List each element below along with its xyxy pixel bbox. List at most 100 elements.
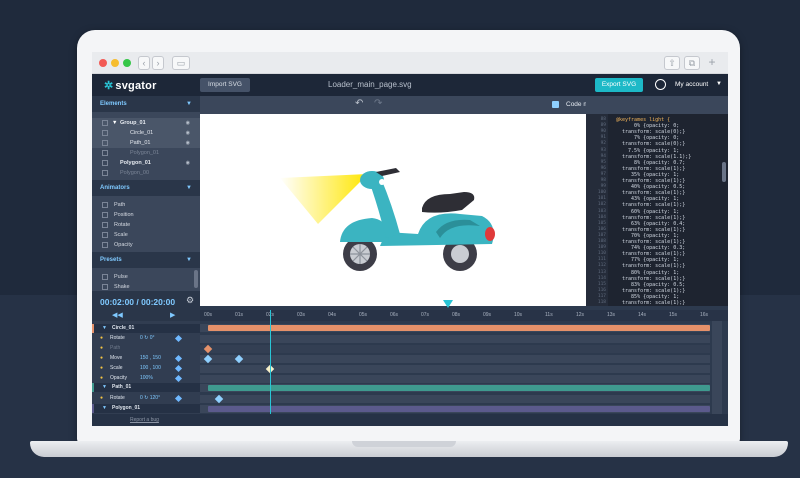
- undo-icon[interactable]: ↶: [355, 98, 363, 109]
- code-manager-panel[interactable]: 88 @keyframes light {89 0% {opacity: 0; 90…: [586, 114, 728, 306]
- element-checkbox[interactable]: [102, 120, 108, 126]
- element-row-group[interactable]: ▼ Group_01 ◉: [92, 118, 200, 128]
- element-checkbox[interactable]: [102, 130, 108, 136]
- track-polygon[interactable]: [200, 405, 710, 413]
- redo-icon[interactable]: ↷: [374, 98, 382, 109]
- animators-panel-header[interactable]: Animators ▼: [92, 180, 200, 196]
- code-manager-checkbox[interactable]: [552, 101, 559, 108]
- eye-icon[interactable]: ◉: [186, 118, 190, 128]
- timeline-row[interactable]: ▼ Path_01: [92, 383, 200, 392]
- artboard-canvas[interactable]: [200, 114, 586, 306]
- bulb-icon[interactable]: ●: [100, 394, 103, 403]
- animator-checkbox[interactable]: [102, 242, 108, 248]
- animator-checkbox[interactable]: [102, 232, 108, 238]
- bulb-icon[interactable]: ●: [100, 344, 103, 353]
- timeline-row[interactable]: ● Rotate 0 ↻ 0°: [92, 334, 200, 343]
- chevron-down-icon[interactable]: ▼: [716, 81, 722, 87]
- track-bar[interactable]: [208, 406, 710, 412]
- add-keyframe-icon[interactable]: [174, 374, 183, 383]
- keyframe[interactable]: [203, 354, 213, 364]
- timeline-row[interactable]: ▼ Circle_01: [92, 324, 200, 333]
- keyframe[interactable]: [203, 344, 213, 354]
- track-bar[interactable]: [208, 385, 710, 391]
- animator-checkbox[interactable]: [102, 202, 108, 208]
- track-path[interactable]: [200, 344, 710, 354]
- export-svg-button[interactable]: Export SVG: [595, 78, 643, 92]
- keyframe[interactable]: [234, 354, 244, 364]
- element-checkbox[interactable]: [102, 140, 108, 146]
- expand-triangle-icon[interactable]: ▼: [102, 404, 107, 413]
- track-opacity[interactable]: [200, 375, 710, 383]
- playhead-handle-icon[interactable]: [443, 300, 453, 308]
- gear-icon[interactable]: ⚙: [186, 295, 194, 306]
- timeline-row[interactable]: ● Rotate 0 ↻ 120°: [92, 394, 200, 403]
- timeline-row[interactable]: ▼ Polygon_01: [92, 404, 200, 413]
- preset-pulse[interactable]: Pulse: [92, 272, 200, 282]
- user-avatar-icon[interactable]: [655, 79, 666, 90]
- expand-triangle-icon[interactable]: ▼: [102, 324, 107, 333]
- maximize-window-button[interactable]: [123, 59, 131, 67]
- timeline-row[interactable]: ● Opacity 100%: [92, 374, 200, 383]
- track-scale[interactable]: [200, 364, 710, 374]
- row-value[interactable]: 100 , 100: [140, 364, 161, 373]
- rewind-icon[interactable]: ◀◀: [112, 311, 123, 319]
- code-scrollbar[interactable]: [722, 162, 726, 182]
- element-row-path[interactable]: Path_01 ◉: [92, 138, 200, 148]
- add-keyframe-icon[interactable]: [174, 334, 183, 343]
- close-window-button[interactable]: [99, 59, 107, 67]
- element-checkbox[interactable]: [102, 150, 108, 156]
- bulb-icon[interactable]: ●: [100, 364, 103, 373]
- presets-panel-header[interactable]: Presets ▼: [92, 252, 200, 268]
- play-icon[interactable]: ▶: [170, 311, 175, 319]
- timeline-tracks[interactable]: [200, 321, 710, 414]
- element-row-polygon[interactable]: Polygon_01 ◉: [92, 158, 200, 168]
- row-value[interactable]: 0 ↻ 120°: [140, 394, 160, 403]
- expand-triangle-icon[interactable]: ▼: [112, 118, 117, 128]
- timeline-ruler[interactable]: 00s01s02s03s04s05s06s07s08s09s10s11s12s1…: [200, 310, 728, 321]
- keyframe[interactable]: [214, 394, 224, 404]
- element-checkbox[interactable]: [102, 160, 108, 166]
- preset-checkbox[interactable]: [102, 274, 108, 280]
- element-checkbox[interactable]: [102, 170, 108, 176]
- track-rotate[interactable]: [200, 335, 710, 343]
- expand-triangle-icon[interactable]: ▼: [102, 383, 107, 392]
- animator-position[interactable]: Position: [92, 210, 200, 220]
- element-row-circle[interactable]: Circle_01 ◉: [92, 128, 200, 138]
- track-rotate-2[interactable]: [200, 394, 710, 404]
- bulb-icon[interactable]: ●: [100, 374, 103, 383]
- bulb-icon[interactable]: ●: [100, 334, 103, 343]
- row-value[interactable]: 150 , 150: [140, 354, 161, 363]
- sidebar-toggle-icon[interactable]: ▭: [172, 56, 190, 70]
- track-circle[interactable]: [200, 324, 710, 332]
- preset-checkbox[interactable]: [102, 284, 108, 290]
- elements-panel-header[interactable]: Elements ▼: [92, 96, 200, 112]
- file-name[interactable]: Loader_main_page.svg: [328, 80, 412, 89]
- animator-path[interactable]: Path: [92, 200, 200, 210]
- row-value[interactable]: 0 ↻ 0°: [140, 334, 155, 343]
- animator-rotate[interactable]: Rotate: [92, 220, 200, 230]
- animator-checkbox[interactable]: [102, 222, 108, 228]
- tabs-overview-icon[interactable]: ⧉: [684, 56, 700, 70]
- bulb-icon[interactable]: ●: [100, 354, 103, 363]
- minimize-window-button[interactable]: [111, 59, 119, 67]
- back-arrow-icon[interactable]: ‹: [138, 56, 150, 70]
- timeline-row[interactable]: ● Move 150 , 150: [92, 354, 200, 363]
- add-keyframe-icon[interactable]: [174, 394, 183, 403]
- track-bar[interactable]: [208, 325, 710, 331]
- import-svg-button[interactable]: Import SVG: [200, 78, 250, 92]
- eye-icon[interactable]: ◉: [186, 138, 190, 148]
- report-bug-link[interactable]: Report a bug: [130, 417, 159, 423]
- track-move[interactable]: [200, 354, 710, 364]
- track-path01[interactable]: [200, 384, 710, 392]
- timeline-row[interactable]: ● Scale 100 , 100: [92, 364, 200, 373]
- animator-scale[interactable]: Scale: [92, 230, 200, 240]
- add-keyframe-icon[interactable]: [174, 354, 183, 363]
- timeline-row[interactable]: ● Path: [92, 344, 200, 353]
- my-account-menu[interactable]: My account: [675, 81, 708, 88]
- timeline-scrollbar[interactable]: [712, 321, 722, 414]
- row-value[interactable]: 100%: [140, 374, 153, 383]
- share-icon[interactable]: ⇧: [664, 56, 680, 70]
- left-panel-scrollbar[interactable]: [194, 270, 198, 288]
- new-tab-icon[interactable]: +: [706, 56, 718, 70]
- eye-icon[interactable]: ◉: [186, 128, 190, 138]
